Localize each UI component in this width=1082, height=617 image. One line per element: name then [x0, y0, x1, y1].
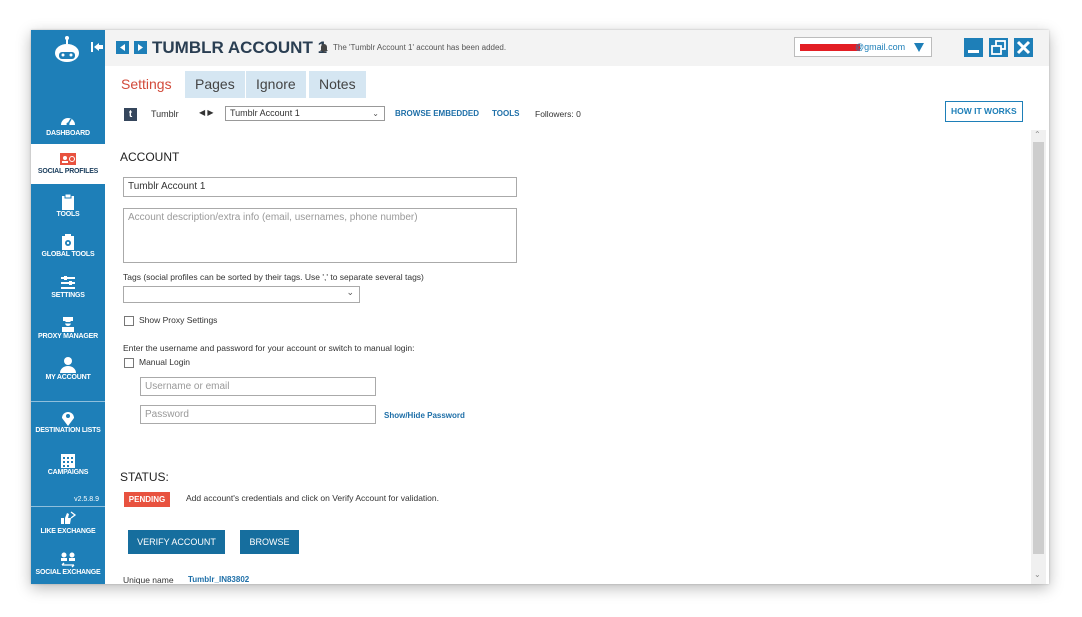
tags-select[interactable]: ⌄: [123, 286, 360, 303]
sidebar-divider: [31, 401, 105, 402]
sidebar-item-label: TOOLS: [56, 211, 80, 218]
title-bar: TUMBLR ACCOUNT 1 The 'Tumblr Account 1' …: [105, 30, 1049, 66]
page-title: TUMBLR ACCOUNT 1: [152, 38, 328, 57]
account-select[interactable]: Tumblr Account 1 ⌄: [225, 106, 385, 121]
credentials-hint: Enter the username and password for your…: [123, 343, 415, 353]
social-profiles-icon: [60, 153, 76, 165]
close-icon: [1016, 40, 1031, 55]
settings-form: ACCOUNT Tumblr Account 1 Account descrip…: [105, 130, 1029, 584]
sidebar-item-label: CAMPAIGNS: [47, 469, 89, 476]
version-label: v2.5.8.9: [74, 496, 99, 503]
sidebar-item-label: SOCIAL PROFILES: [37, 168, 99, 175]
scroll-down-icon[interactable]: ⌄: [1034, 570, 1041, 579]
chevron-down-icon: ⌄: [346, 287, 354, 297]
tools-link[interactable]: TOOLS: [492, 109, 519, 118]
vertical-scrollbar[interactable]: ⌃ ⌄: [1031, 130, 1046, 584]
close-button[interactable]: [1014, 38, 1033, 57]
proxy-agent-icon: [62, 317, 74, 332]
redacted-email: [800, 44, 860, 51]
account-nav-arrows[interactable]: ◀ ▶: [199, 108, 214, 117]
restore-icon: [991, 40, 1006, 55]
sidebar-item-label: PROXY MANAGER: [38, 333, 98, 340]
email-suffix: @gmail.com: [855, 42, 906, 52]
sidebar-item-social-profiles[interactable]: SOCIAL PROFILES: [31, 144, 105, 184]
tab-ignore[interactable]: Ignore: [246, 71, 306, 98]
tumblr-icon: t: [124, 108, 137, 121]
browse-embedded-link[interactable]: BROWSE EMBEDDED: [395, 109, 479, 118]
map-pin-icon: [62, 412, 74, 426]
tab-settings[interactable]: Settings: [111, 71, 182, 98]
sidebar-item-label: DASHBOARD: [46, 130, 90, 137]
restore-button[interactable]: [989, 38, 1008, 57]
collapse-sidebar-icon[interactable]: [91, 41, 103, 53]
sidebar-item-dashboard[interactable]: DASHBOARD: [31, 112, 105, 137]
account-email-dropdown[interactable]: @gmail.com: [794, 37, 932, 57]
minimize-button[interactable]: [964, 38, 983, 57]
sidebar-item-label: SETTINGS: [51, 292, 85, 299]
sidebar-item-label: LIKE EXCHANGE: [40, 528, 96, 535]
sidebar-item-proxy-manager[interactable]: PROXY MANAGER: [31, 315, 105, 340]
sidebar-item-label: DESTINATION LISTS: [35, 427, 101, 434]
dropdown-triangle-icon: [914, 43, 924, 52]
tab-pages[interactable]: Pages: [185, 71, 245, 98]
sidebar-item-label: SOCIAL EXCHANGE: [35, 569, 101, 576]
sidebar-item-like-exchange[interactable]: LIKE EXCHANGE: [31, 510, 105, 535]
platform-label: Tumblr: [151, 109, 179, 119]
show-hide-password-link[interactable]: Show/Hide Password: [384, 411, 465, 420]
how-it-works-button[interactable]: HOW IT WORKS: [945, 101, 1023, 122]
account-toolbar: t Tumblr ◀ ▶ Tumblr Account 1 ⌄ BROWSE E…: [105, 99, 1049, 130]
manual-login-label: Manual Login: [139, 357, 191, 367]
sidebar-item-label: GLOBAL TOOLS: [41, 251, 95, 258]
notification-text: The 'Tumblr Account 1' account has been …: [333, 43, 507, 52]
unique-name-label: Unique name: [123, 575, 174, 584]
sidebar-item-settings[interactable]: SETTINGS: [31, 274, 105, 299]
minimize-icon: [968, 50, 979, 53]
username-field[interactable]: Username or email: [140, 377, 376, 396]
tab-notes[interactable]: Notes: [309, 71, 366, 98]
manual-login-checkbox[interactable]: [124, 358, 134, 368]
like-exchange-icon: [61, 511, 77, 524]
sidebar-item-my-account[interactable]: MY ACCOUNT: [31, 356, 105, 381]
chevron-down-icon: ⌄: [372, 109, 379, 118]
tags-label: Tags (social profiles can be sorted by t…: [123, 272, 424, 282]
social-exchange-icon: [61, 552, 75, 568]
selected-account: Tumblr Account 1: [230, 108, 300, 118]
status-message: Add account's credentials and click on V…: [186, 493, 439, 503]
browse-button[interactable]: BROWSE: [240, 530, 299, 554]
sidebar-item-destination-lists[interactable]: DESTINATION LISTS: [31, 409, 105, 434]
clipboard-icon: [62, 193, 74, 210]
unique-name-value: Tumblr_IN83802: [188, 575, 250, 584]
scroll-thumb[interactable]: [1033, 142, 1044, 554]
status-heading: STATUS:: [120, 470, 169, 484]
sidebar-item-tools[interactable]: TOOLS: [31, 193, 105, 218]
sidebar-item-label: MY ACCOUNT: [45, 374, 91, 381]
password-field[interactable]: Password: [140, 405, 376, 424]
sidebar-divider: [31, 506, 105, 507]
logo: [31, 30, 105, 66]
sidebar-item-global-tools[interactable]: GLOBAL TOOLS: [31, 233, 105, 258]
app-window: DASHBOARD SOCIAL PROFILES TOOLS GLOBAL T…: [31, 30, 1049, 584]
dashboard-icon: [61, 118, 75, 126]
settings-sliders-icon: [61, 276, 75, 289]
show-proxy-label: Show Proxy Settings: [139, 315, 218, 325]
sidebar-item-campaigns[interactable]: CAMPAIGNS: [31, 451, 105, 476]
next-account-icon[interactable]: [134, 41, 147, 54]
verify-account-button[interactable]: VERIFY ACCOUNT: [128, 530, 225, 554]
account-heading: ACCOUNT: [120, 150, 180, 164]
sidebar-item-social-exchange[interactable]: SOCIAL EXCHANGE: [31, 551, 105, 576]
calendar-icon: [61, 454, 75, 468]
user-icon: [60, 357, 76, 373]
prev-account-icon[interactable]: [116, 41, 129, 54]
followers-count: Followers: 0: [535, 109, 581, 119]
status-badge: PENDING: [124, 492, 170, 507]
show-proxy-checkbox[interactable]: [124, 316, 134, 326]
tab-bar: Settings Pages Ignore Notes: [105, 66, 1049, 99]
scroll-up-icon[interactable]: ⌃: [1034, 130, 1041, 139]
bell-icon: [320, 44, 328, 53]
global-tools-icon: [62, 234, 74, 250]
account-name-field[interactable]: Tumblr Account 1: [123, 177, 517, 197]
account-description-field[interactable]: Account description/extra info (email, u…: [123, 208, 517, 263]
sidebar: DASHBOARD SOCIAL PROFILES TOOLS GLOBAL T…: [31, 30, 105, 584]
